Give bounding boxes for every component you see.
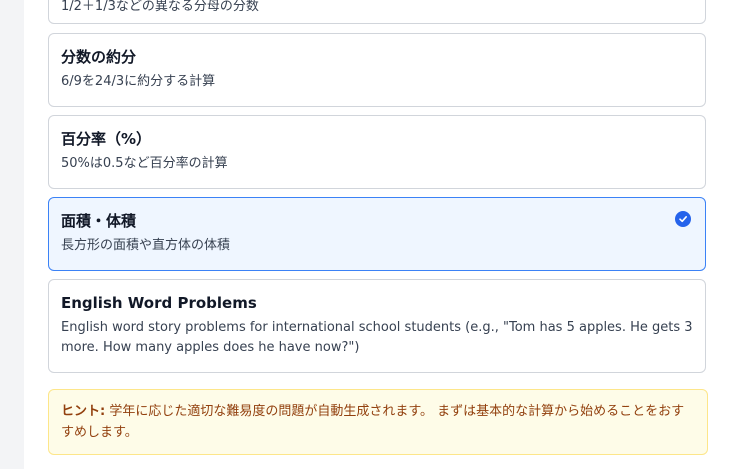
- option-description: English word story problems for internat…: [61, 320, 693, 355]
- problem-type-panel: 1/2＋1/3などの異なる分母の分数 分数の約分 6/9を24/3に約分する計算…: [24, 0, 756, 469]
- option-fraction-reduction[interactable]: 分数の約分 6/9を24/3に約分する計算: [48, 33, 706, 107]
- option-area-volume[interactable]: 面積・体積 長方形の面積や直方体の体積: [48, 197, 706, 271]
- option-description: 6/9を24/3に約分する計算: [61, 74, 216, 89]
- option-percentage[interactable]: 百分率（%） 50%は0.5など百分率の計算: [48, 115, 706, 189]
- option-title: English Word Problems: [61, 294, 257, 312]
- option-title: 百分率（%）: [61, 130, 152, 148]
- option-english-word-problems[interactable]: English Word Problems English word story…: [48, 279, 706, 373]
- hint-box: ヒント: 学年に応じた適切な難易度の問題が自動生成されます。 まずは基本的な計算…: [48, 389, 708, 455]
- check-circle-icon: [675, 211, 691, 227]
- option-title: 分数の約分: [61, 48, 137, 66]
- hint-text: 学年に応じた適切な難易度の問題が自動生成されます。 まずは基本的な計算から始める…: [61, 404, 685, 440]
- option-description: 1/2＋1/3などの異なる分母の分数: [61, 0, 259, 14]
- option-fraction-different-denominators[interactable]: 1/2＋1/3などの異なる分母の分数: [48, 0, 706, 24]
- option-description: 50%は0.5など百分率の計算: [61, 156, 228, 171]
- option-description: 長方形の面積や直方体の体積: [61, 238, 231, 253]
- hint-label: ヒント:: [61, 404, 106, 419]
- option-title: 面積・体積: [61, 212, 137, 230]
